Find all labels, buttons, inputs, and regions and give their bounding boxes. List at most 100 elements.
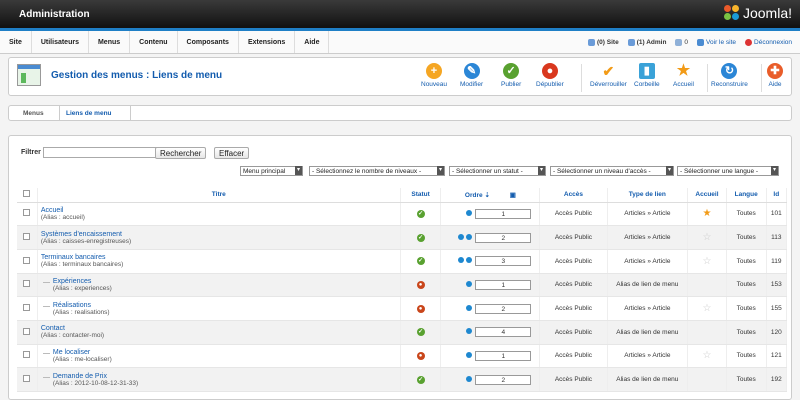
main-nav: Site Utilisateurs Menus Contenu Composan… (0, 31, 330, 53)
menu-site[interactable]: Site (0, 31, 32, 53)
home-star-icon[interactable]: ☆ (702, 350, 711, 361)
menu-extensions[interactable]: Extensions (239, 31, 296, 53)
order-down-icon[interactable] (466, 375, 473, 382)
order-input[interactable]: 1 (475, 208, 532, 219)
row-title-cell: Demande de Prix (Alias : 2012-10-08-12-31… (37, 367, 401, 392)
language-select[interactable]: - Sélectionner une langue - (677, 166, 779, 176)
order-input[interactable]: 2 (475, 232, 532, 243)
order-input[interactable]: 2 (475, 374, 532, 385)
column-title[interactable]: Titre (37, 188, 401, 203)
item-title-link[interactable]: Terminaux bancaires (41, 254, 400, 261)
filter-search-input[interactable] (43, 147, 157, 158)
unpublished-icon[interactable]: ● (416, 280, 425, 289)
row-checkbox[interactable] (23, 304, 31, 312)
trash-button[interactable]: ▮ Corbeille (634, 63, 660, 88)
published-icon[interactable]: ✓ (416, 257, 425, 266)
order-down-icon[interactable] (466, 351, 473, 358)
logout-link[interactable]: Déconnexion (745, 39, 792, 46)
order-input[interactable]: 2 (475, 303, 532, 314)
help-button[interactable]: ✚ Aide (767, 63, 783, 88)
column-id[interactable]: Id (766, 188, 788, 203)
menu-help[interactable]: Aide (295, 31, 330, 53)
rebuild-button[interactable]: ↻ Reconstruire (711, 63, 748, 88)
item-id: 119 (766, 249, 788, 274)
unpublished-icon[interactable]: ● (416, 304, 425, 313)
publish-button[interactable]: ✓ Publier (501, 63, 521, 88)
row-status-cell: ✓ (400, 225, 442, 250)
item-title-link[interactable]: Expériences (53, 278, 400, 285)
view-site-link[interactable]: Voir le site (697, 39, 736, 46)
column-type[interactable]: Type de lien (607, 188, 689, 203)
published-icon[interactable]: ✓ (416, 233, 425, 242)
unpublish-button[interactable]: ● Dépublier (536, 63, 564, 88)
column-language[interactable]: Langue (726, 188, 767, 203)
menu-users[interactable]: Utilisateurs (32, 31, 89, 53)
order-down-icon[interactable] (466, 209, 473, 216)
item-title-link[interactable]: Contact (41, 325, 400, 332)
home-star-icon[interactable]: ☆ (702, 232, 711, 243)
item-title-link[interactable]: Réalisations (53, 302, 400, 309)
published-icon[interactable]: ✓ (416, 375, 425, 384)
row-checkbox[interactable] (23, 209, 31, 217)
tab-menu-items[interactable]: Liens de menu (66, 110, 112, 118)
menu-select[interactable]: Menu principal (240, 166, 303, 176)
row-title-wrap: Systèmes d'encaissement (Alias : caisses-… (41, 231, 400, 245)
order-input[interactable]: 1 (475, 350, 532, 361)
order-input[interactable]: 3 (475, 256, 532, 267)
column-home[interactable]: Accueil (687, 188, 727, 203)
order-down-icon[interactable] (466, 280, 473, 287)
published-icon[interactable]: ✓ (416, 328, 425, 337)
unlock-button[interactable]: ✔ Déverrouiller (590, 63, 627, 88)
home-star-icon[interactable]: ☆ (702, 303, 711, 314)
row-title-cell: Réalisations (Alias : realisations) (37, 296, 401, 321)
order-up-icon[interactable] (458, 257, 465, 264)
order-down-icon[interactable] (466, 328, 473, 335)
order-up-icon[interactable] (458, 233, 465, 240)
trash-icon: ▮ (638, 63, 655, 79)
row-checkbox[interactable] (23, 327, 31, 335)
levels-select[interactable]: - Sélectionnez le nombre de niveaux - (309, 166, 445, 176)
column-order[interactable]: Ordre ⇣ ▣ (440, 188, 541, 203)
home-button[interactable]: ★ Accueil (673, 63, 694, 89)
row-status-cell: ✓ (400, 249, 442, 274)
published-icon[interactable]: ✓ (416, 209, 425, 218)
row-checkbox[interactable] (23, 351, 31, 359)
save-order-icon[interactable]: ▣ (510, 192, 516, 199)
logout-icon (745, 39, 753, 46)
access-select[interactable]: - Sélectionner un niveau d'accès - (550, 166, 674, 176)
search-button[interactable]: Rechercher (155, 147, 207, 159)
menu-components[interactable]: Composants (178, 31, 239, 53)
home-star-icon[interactable]: ☆ (702, 256, 711, 267)
status-select[interactable]: - Sélectionner un statut - (449, 166, 546, 176)
row-order-cell: 1 (440, 202, 541, 227)
item-title-link[interactable]: Systèmes d'encaissement (41, 231, 400, 238)
column-status[interactable]: Statut (400, 188, 442, 203)
messages-link[interactable]: 0 (675, 39, 688, 46)
order-input[interactable]: 4 (475, 327, 532, 338)
unpublished-icon[interactable]: ● (416, 351, 425, 360)
item-language: Toutes (726, 273, 767, 298)
item-title-link[interactable]: Me localiser (53, 349, 400, 356)
select-all-checkbox[interactable] (23, 190, 31, 198)
order-down-icon[interactable] (466, 304, 473, 311)
order-input[interactable]: 1 (475, 279, 532, 290)
item-title-link[interactable]: Demande de Prix (53, 373, 400, 380)
menu-content[interactable]: Contenu (130, 31, 178, 53)
edit-button[interactable]: ✎ Modifier (460, 63, 483, 88)
row-home-cell (687, 367, 727, 392)
row-checkbox[interactable] (23, 375, 31, 383)
row-checkbox[interactable] (23, 280, 31, 288)
tab-menus[interactable]: Menus (23, 110, 44, 117)
column-access[interactable]: Accès (539, 188, 608, 203)
new-button[interactable]: + Nouveau (421, 63, 447, 88)
home-star-icon[interactable]: ★ (702, 208, 711, 219)
menu-menus[interactable]: Menus (89, 31, 131, 53)
row-home-cell: ☆ (687, 344, 727, 369)
row-checkbox[interactable] (23, 233, 31, 241)
order-down-icon[interactable] (466, 233, 473, 240)
clear-button[interactable]: Effacer (214, 147, 250, 159)
item-title-link[interactable]: Accueil (41, 207, 400, 214)
order-down-icon[interactable] (466, 257, 473, 264)
row-home-cell (687, 320, 727, 345)
row-checkbox[interactable] (23, 256, 31, 264)
